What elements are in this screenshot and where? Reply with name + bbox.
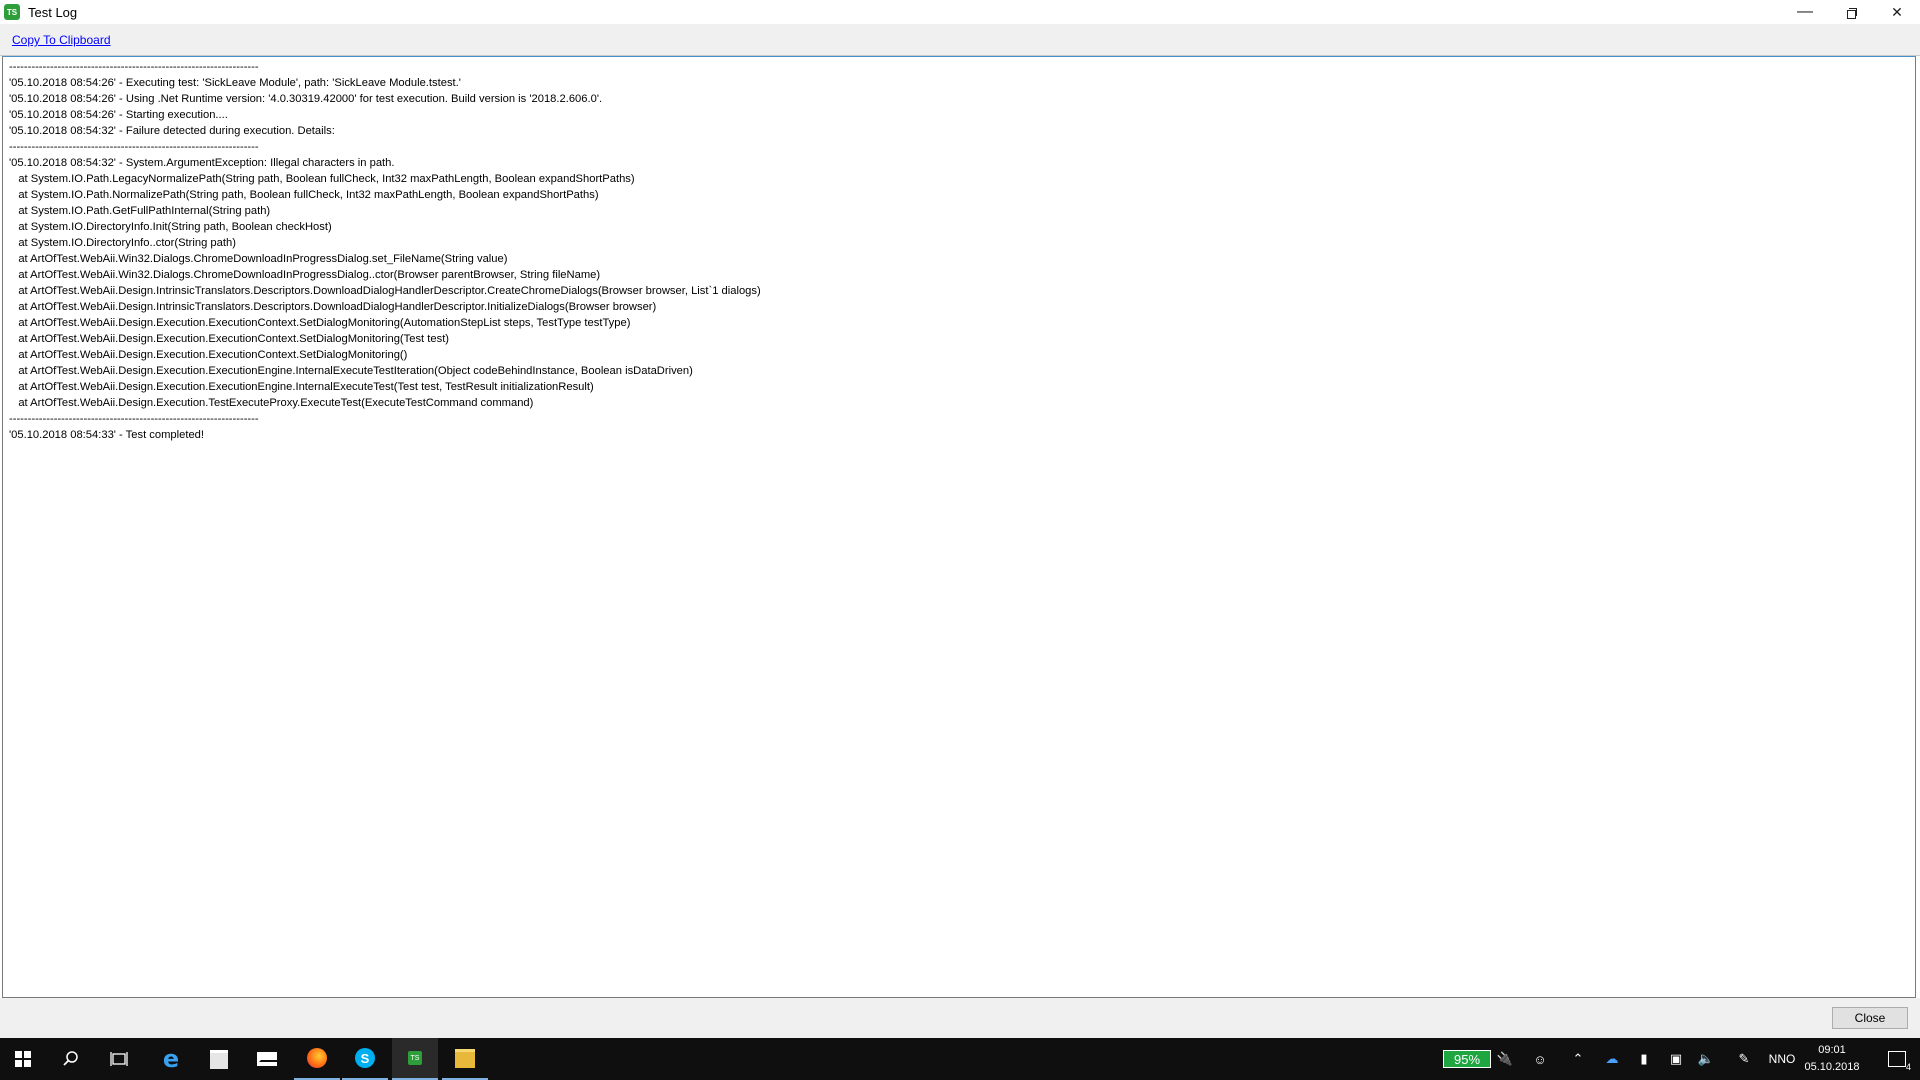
log-line: at ArtOfTest.WebAii.Win32.Dialogs.Chrome… [9,269,601,281]
power-plug-icon: 🔌 [1496,1051,1514,1066]
task-view-icon [110,1052,128,1066]
title-bar: TS Test Log — ✕ [0,0,1920,24]
firefox-icon [307,1048,327,1068]
log-line: at ArtOfTest.WebAii.Design.Execution.Exe… [9,317,631,329]
store-icon [210,1049,228,1069]
log-line: '05.10.2018 08:54:32' - Failure detected… [9,125,335,137]
log-line: ----------------------------------------… [9,141,259,153]
log-line: at System.IO.DirectoryInfo..ctor(String … [9,237,236,249]
taskbar-skype[interactable]: S [342,1038,388,1080]
taskbar-edge[interactable]: e [148,1038,194,1080]
log-line: '05.10.2018 08:54:32' - System.ArgumentE… [9,157,395,169]
log-line: at System.IO.DirectoryInfo.Init(String p… [9,221,332,233]
chevron-up-icon: ⌃ [1572,1051,1584,1066]
log-line: '05.10.2018 08:54:26' - Using .Net Runti… [9,93,603,105]
folder-icon [455,1048,475,1068]
log-line: at ArtOfTest.WebAii.Design.IntrinsicTran… [9,301,657,313]
close-icon: ✕ [1891,3,1903,20]
app-icon: TS [4,4,20,20]
taskbar-test-studio[interactable]: TS [392,1038,438,1080]
log-line: '05.10.2018 08:54:26' - Executing test: … [9,77,461,89]
tray-people[interactable]: ☺ [1528,1038,1552,1080]
restore-icon [1846,7,1857,19]
taskbar: e S TS 95% 🔌 ☺ ⌃ ☁ ▮ ▣ 🔈 ✎ NNO 09:01 05.… [0,1038,1920,1080]
log-line: '05.10.2018 08:54:26' - Starting executi… [9,109,228,121]
input-language[interactable]: NNO [1762,1038,1802,1080]
battery-icon: ▮ [1640,1051,1648,1066]
log-line: at System.IO.Path.LegacyNormalizePath(St… [9,173,635,185]
close-button[interactable]: Close [1832,1007,1908,1029]
log-textbox[interactable]: ----------------------------------------… [2,56,1916,998]
start-button[interactable] [0,1038,46,1080]
log-content: ----------------------------------------… [3,57,1915,445]
log-line: at ArtOfTest.WebAii.Design.Execution.Exe… [9,333,450,345]
taskbar-file-explorer[interactable] [442,1038,488,1080]
log-line: ----------------------------------------… [9,413,259,425]
windows-logo-icon [15,1051,31,1067]
log-line: at ArtOfTest.WebAii.Design.IntrinsicTran… [9,285,761,297]
log-line: at ArtOfTest.WebAii.Design.Execution.Exe… [9,365,693,377]
search-button[interactable] [48,1038,94,1080]
toolbar: Copy To Clipboard [0,24,1920,56]
minimize-icon: — [1797,3,1813,20]
action-center-button[interactable]: 4 [1879,1038,1915,1080]
tray-power[interactable]: 🔌 [1494,1038,1516,1080]
people-icon: ☺ [1533,1051,1547,1067]
taskbar-firefox[interactable] [294,1038,340,1080]
notification-count: 4 [1905,1062,1911,1072]
log-line: at ArtOfTest.WebAii.Design.Execution.Tes… [9,397,534,409]
cloud-icon: ☁ [1605,1051,1619,1066]
log-line: at ArtOfTest.WebAii.Win32.Dialogs.Chrome… [9,253,508,265]
log-line: at System.IO.Path.GetFullPathInternal(St… [9,205,271,217]
notification-icon: 4 [1888,1051,1911,1072]
tray-onedrive[interactable]: ☁ [1600,1038,1624,1080]
taskbar-clock[interactable]: 09:01 05.10.2018 [1800,1042,1864,1076]
log-line: '05.10.2018 08:54:33' - Test completed! [9,429,205,441]
task-view-button[interactable] [96,1038,142,1080]
clock-date: 05.10.2018 [1804,1061,1860,1073]
network-icon: ▣ [1669,1051,1683,1066]
volume-icon: 🔈 [1697,1051,1715,1066]
tray-show-hidden[interactable]: ⌃ [1566,1038,1590,1080]
dialog-footer: Close [0,998,1920,1038]
taskbar-mail[interactable] [244,1038,290,1080]
log-line: at ArtOfTest.WebAii.Design.Execution.Exe… [9,381,594,393]
close-window-button[interactable]: ✕ [1874,0,1920,24]
taskbar-store[interactable] [196,1038,242,1080]
search-icon [63,1051,78,1066]
battery-percent-badge[interactable]: 95% [1443,1050,1491,1068]
skype-icon: S [355,1048,375,1068]
test-studio-icon: TS [408,1051,422,1065]
minimize-button[interactable]: — [1782,0,1828,24]
tray-battery[interactable]: ▮ [1632,1038,1656,1080]
pen-icon: ✎ [1738,1051,1750,1066]
log-line: ----------------------------------------… [9,61,259,73]
mail-icon [257,1052,277,1066]
clock-time: 09:01 [1818,1044,1846,1056]
restore-button[interactable] [1828,0,1874,24]
tray-pen[interactable]: ✎ [1732,1038,1756,1080]
log-line: at System.IO.Path.NormalizePath(String p… [9,189,599,201]
edge-icon: e [162,1045,180,1073]
copy-to-clipboard-link[interactable]: Copy To Clipboard [12,33,111,47]
tray-volume[interactable]: 🔈 [1694,1038,1718,1080]
tray-network[interactable]: ▣ [1664,1038,1688,1080]
window-controls: — ✕ [1782,0,1920,24]
log-line: at ArtOfTest.WebAii.Design.Execution.Exe… [9,349,408,361]
window-title: Test Log [28,4,78,20]
